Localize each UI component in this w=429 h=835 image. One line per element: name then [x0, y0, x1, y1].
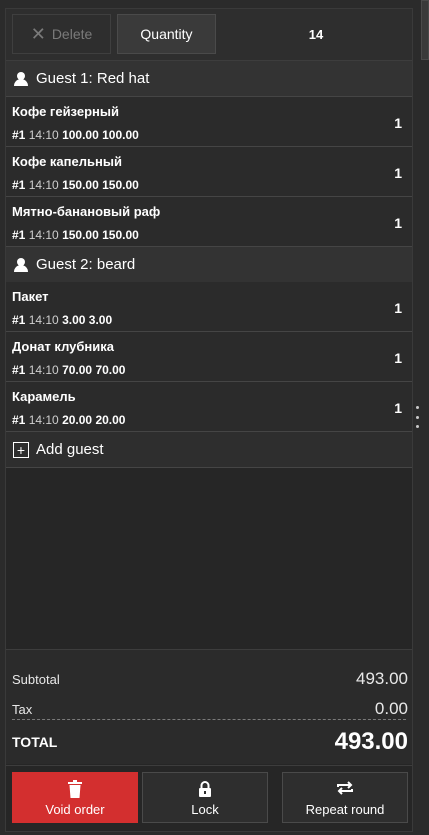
- order-panel: ✕ Delete Quantity 14 Guest 1: Red hat Ко…: [5, 8, 413, 832]
- lock-label: Lock: [191, 802, 219, 817]
- guest-label: Guest 2: beard: [36, 256, 136, 273]
- divider: [6, 765, 412, 766]
- subtotal-value: 493.00: [356, 669, 408, 688]
- order-toolbar: ✕ Delete Quantity 14: [6, 9, 412, 61]
- total-value: 493.00: [334, 728, 408, 755]
- quantity-label: Quantity: [140, 26, 193, 42]
- person-icon: [14, 257, 28, 272]
- lock-icon: [198, 780, 212, 801]
- order-item[interactable]: Мятно-банановый раф #1 14:10 150.00 150.…: [6, 197, 412, 247]
- item-name: Мятно-банановый раф: [12, 204, 161, 219]
- item-name: Кофе гейзерный: [12, 104, 119, 119]
- void-order-label: Void order: [45, 802, 105, 817]
- guest-header-2[interactable]: Guest 2: beard: [6, 247, 412, 283]
- item-quantity: 1: [394, 400, 402, 416]
- order-item[interactable]: Пакет #1 14:10 3.00 3.00 1: [6, 282, 412, 332]
- repeat-round-label: Repeat round: [305, 802, 385, 817]
- order-item[interactable]: Кофе гейзерный #1 14:10 100.00 100.00 1: [6, 97, 412, 147]
- guest-header-1[interactable]: Guest 1: Red hat: [6, 61, 412, 97]
- close-icon: ✕: [30, 24, 46, 44]
- order-item[interactable]: Карамель #1 14:10 20.00 20.00 1: [6, 382, 412, 432]
- item-meta: #1 14:10 3.00 3.00: [12, 313, 113, 327]
- resize-handle[interactable]: [416, 406, 419, 428]
- quantity-button[interactable]: Quantity: [117, 14, 216, 54]
- item-meta: #1 14:10 70.00 70.00: [12, 363, 126, 377]
- delete-label: Delete: [51, 26, 93, 42]
- item-meta: #1 14:10 100.00 100.00: [12, 128, 139, 142]
- order-item[interactable]: Донат клубника #1 14:10 70.00 70.00 1: [6, 332, 412, 382]
- plus-icon: +: [13, 441, 29, 458]
- subtotal-label: Subtotal: [12, 672, 60, 687]
- side-strip: [419, 0, 429, 835]
- item-quantity: 1: [394, 215, 402, 231]
- quantity-value: 14: [308, 26, 324, 42]
- order-screen: ✕ Delete Quantity 14 Guest 1: Red hat Ко…: [0, 0, 429, 835]
- repeat-icon: [336, 780, 354, 799]
- side-tab[interactable]: [421, 0, 429, 60]
- add-guest-button[interactable]: + Add guest: [6, 432, 412, 468]
- item-name: Донат клубника: [12, 339, 115, 354]
- item-quantity: 1: [394, 115, 402, 131]
- delete-button[interactable]: ✕ Delete: [12, 14, 111, 54]
- guest-label: Guest 1: Red hat: [36, 70, 150, 87]
- void-order-button[interactable]: Void order: [12, 772, 138, 823]
- add-guest-label: Add guest: [36, 441, 104, 458]
- item-name: Кофе капельный: [12, 154, 122, 169]
- order-item[interactable]: Кофе капельный #1 14:10 150.00 150.00 1: [6, 147, 412, 197]
- tax-value: 0.00: [374, 699, 408, 718]
- totals-section: Subtotal 493.00 Tax 0.00 TOTAL 493.00: [6, 649, 412, 764]
- item-quantity: 1: [394, 165, 402, 181]
- lock-button[interactable]: Lock: [142, 772, 268, 823]
- divider: [12, 719, 406, 720]
- item-quantity: 1: [394, 350, 402, 366]
- repeat-round-button[interactable]: Repeat round: [282, 772, 408, 823]
- total-label: TOTAL: [12, 734, 58, 750]
- item-quantity: 1: [394, 300, 402, 316]
- trash-icon: [67, 780, 83, 801]
- item-name: Карамель: [12, 389, 76, 404]
- item-meta: #1 14:10 20.00 20.00: [12, 413, 126, 427]
- item-meta: #1 14:10 150.00 150.00: [12, 228, 139, 242]
- item-meta: #1 14:10 150.00 150.00: [12, 178, 139, 192]
- item-name: Пакет: [12, 289, 49, 304]
- person-icon: [14, 71, 28, 86]
- tax-label: Tax: [12, 702, 33, 717]
